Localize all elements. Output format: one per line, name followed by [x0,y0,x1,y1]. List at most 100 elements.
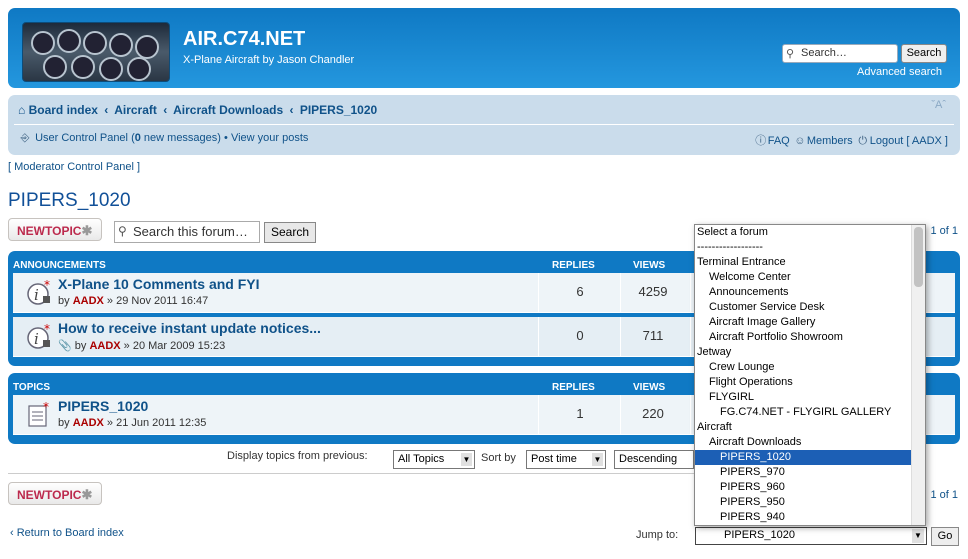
pagination-top: 1 of 1 [930,225,958,237]
dropdown-options: Select a forum ------------------ Terminal… [695,225,925,525]
search-button[interactable]: Search [901,44,947,63]
dropdown-option[interactable]: Aircraft Portfolio Showroom [695,330,925,345]
dropdown-option[interactable]: PIPERS_940 [695,510,925,525]
sort-by-label: Sort by [481,452,516,464]
dropdown-option[interactable]: Crew Lounge [695,360,925,375]
scrollbar-thumb[interactable] [914,227,923,287]
display-topics-value: All Topics [398,453,445,465]
announcements-heading: ANNOUNCEMENTS [13,260,106,271]
dropdown-option[interactable]: Terminal Entrance [695,255,925,270]
column-divider [690,273,691,312]
forum-search-button[interactable]: Search [264,222,316,243]
forum-search-input[interactable]: ⚲ Search this forum… [114,221,260,243]
advanced-search-link[interactable]: Advanced search [857,66,942,78]
views-count: 4259 [638,284,668,299]
site-logo[interactable] [22,22,170,82]
site-description: X-Plane Aircraft by Jason Chandler [183,54,355,66]
moderator-control-panel-link[interactable]: [ Moderator Control Panel ] [8,161,140,173]
svg-text:*: * [44,324,50,336]
dropdown-option[interactable]: Flight Operations [695,375,925,390]
replies-column-header: REPLIES [552,382,595,393]
sort-order-select[interactable]: Descending [614,450,694,469]
dropdown-option[interactable]: PIPERS_960 [695,480,925,495]
dropdown-option[interactable]: Announcements [695,285,925,300]
topic-meta: by AADX » 29 Nov 2011 16:47 [58,295,208,307]
dropdown-option[interactable]: FLYGIRL [695,390,925,405]
topic-meta: 📎 by AADX » 20 Mar 2009 15:23 [58,339,225,352]
dropdown-option[interactable]: FG.C74.NET - FLYGIRL GALLERY [695,405,925,420]
breadcrumb-aircraft-downloads[interactable]: Aircraft Downloads [173,103,283,117]
svg-text:*: * [44,280,50,292]
site-title[interactable]: AIR.C74.NET [183,28,305,51]
display-topics-select[interactable]: All Topics ▼ [393,450,475,469]
members-icon: ☺ [794,135,806,147]
new-topic-button[interactable]: NEWTOPIC✱ [8,218,102,241]
dropdown-option[interactable]: Customer Service Desk [695,300,925,315]
dropdown-option[interactable]: Aircraft Downloads [695,435,925,450]
column-divider [538,317,539,356]
breadcrumb: ⌂ Board index ‹ Aircraft ‹ Aircraft Down… [18,103,377,117]
jump-to-label: Jump to: [636,529,679,541]
new-topic-button-bottom[interactable]: NEWTOPIC✱ [8,482,102,505]
help-icon: ⓘ [755,135,767,147]
breadcrumb-aircraft[interactable]: Aircraft [114,103,157,117]
site-header: AIR.C74.NET X-Plane Aircraft by Jason Ch… [8,8,960,88]
dropdown-option[interactable]: ------------------ [695,240,925,255]
chevron-up-icon: ˆ [942,99,946,111]
topic-date: » 20 Mar 2009 15:23 [120,340,226,352]
jump-to-select[interactable]: PIPERS_1020 ▼ [695,527,927,545]
search-placeholder: Search… [801,47,847,59]
go-button[interactable]: Go [931,527,959,546]
logout-link[interactable]: Logout [ AADX ] [870,135,948,147]
dropdown-option[interactable]: Jetway [695,345,925,360]
topic-author-link[interactable]: AADX [73,295,104,307]
topic-author-link[interactable]: AADX [89,340,120,352]
search-input[interactable]: ⚲ Search… [782,44,898,63]
views-column-header: VIEWS [633,382,666,393]
jump-to-selected-value: PIPERS_1020 [724,529,795,541]
chevron-down-icon: ▼ [461,453,472,466]
topic-author-link[interactable]: AADX [73,417,104,429]
dropdown-option[interactable]: Select a forum [695,225,925,240]
pagination-bottom: 1 of 1 [930,489,958,501]
divider [14,124,954,125]
dropdown-option[interactable]: Welcome Center [695,270,925,285]
topic-title-link[interactable]: PIPERS_1020 [58,398,148,414]
dropdown-option[interactable]: PIPERS_970 [695,465,925,480]
replies-count: 6 [576,284,584,299]
topic-title-link[interactable]: How to receive instant update notices... [58,320,321,336]
breadcrumb-board-index[interactable]: Board index [29,103,98,117]
new-topic-label: NEWTOPIC [17,488,82,502]
views-count: 711 [642,328,664,343]
dropdown-option[interactable]: Aircraft Image Gallery [695,315,925,330]
faq-link[interactable]: FAQ [768,135,790,147]
search-icon: ⚲ [786,48,795,60]
font-size-control[interactable]: ˇAˆ [931,99,946,111]
svg-text:*: * [43,402,49,414]
topics-heading: TOPICS [13,382,51,393]
dropdown-option[interactable]: PIPERS_1020 [695,450,925,465]
by-label: by [58,295,73,307]
divider [8,473,696,474]
members-link[interactable]: Members [807,135,853,147]
sort-by-select[interactable]: Post time ▼ [526,450,606,469]
return-to-board-index-link[interactable]: ‹ Return to Board index [10,527,124,539]
replies-count: 1 [576,406,584,421]
sort-by-value: Post time [531,453,577,465]
svg-text:i: i [34,330,39,348]
user-control-panel-link[interactable]: User Control Panel [35,132,128,144]
column-divider [690,317,691,356]
breadcrumb-pipers-1020[interactable]: PIPERS_1020 [300,103,377,117]
topic-title-link[interactable]: X-Plane 10 Comments and FYI [58,276,260,292]
nav-site-links: ⓘ FAQ ☺Members ⏻ Logout [ AADX ] [754,132,948,148]
scrollbar[interactable] [911,225,925,525]
by-label: by [71,340,90,352]
dropdown-option[interactable]: Aircraft [695,420,925,435]
new-messages-link[interactable]: new messages) [141,132,221,144]
new-topic-label: NEWTOPIC [17,224,82,238]
view-your-posts-link[interactable]: View your posts [231,132,308,144]
page-title[interactable]: PIPERS_1020 [8,190,131,212]
replies-column-header: REPLIES [552,260,595,271]
dropdown-option[interactable]: PIPERS_950 [695,495,925,510]
bullet-separator: • [224,132,228,144]
